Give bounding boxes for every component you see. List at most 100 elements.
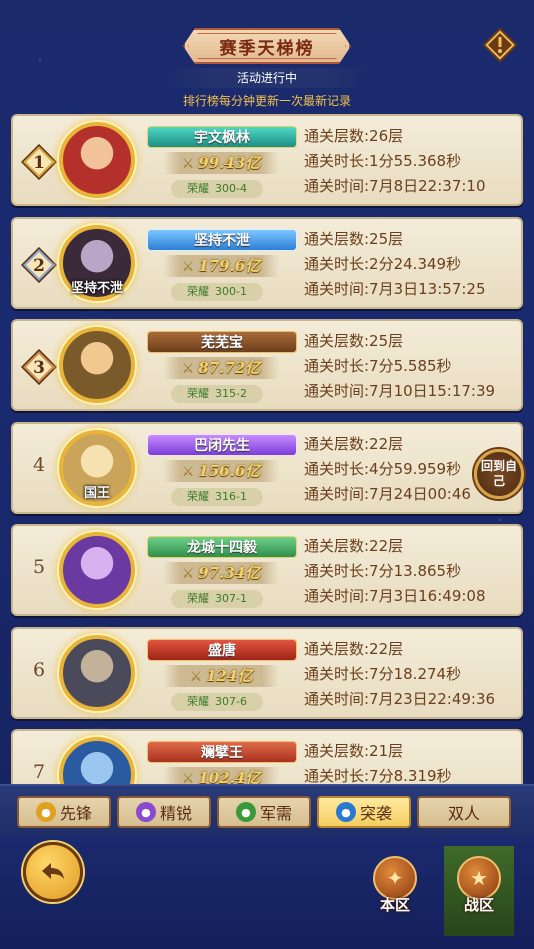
player-name: 斓擘王: [147, 741, 297, 763]
ranking-row[interactable]: 7 斓擘王 ⚔102.4亿 荣耀 通关层数:21层 通关时长:7分8.319秒: [11, 729, 523, 784]
ranking-row[interactable]: 3 芜芜宝 ⚔ 87.72亿 荣耀 315-2 通关层数:25层 通关时长:7分5.…: [11, 319, 523, 411]
rank-diamond-icon: 3: [21, 349, 57, 385]
power-value: 102.4亿: [198, 769, 261, 784]
player-avatar[interactable]: [59, 532, 135, 608]
sword-icon: ⚔: [181, 361, 195, 377]
player-name: 芜芜宝: [147, 331, 297, 353]
honor-badge: 荣耀 307-1: [171, 590, 263, 608]
floors-cleared: 通关层数:21层: [304, 742, 404, 760]
clear-stats: 通关层数:22层 通关时长:7分13.865秒 通关时间:7月3日16:49:0…: [304, 534, 486, 609]
floors-cleared: 通关层数:22层: [304, 537, 404, 555]
honor-label: 荣耀: [187, 489, 210, 503]
clear-stats: 通关层数:22层 通关时长:7分18.274秒 通关时间:7月23日22:49:…: [304, 637, 495, 712]
floors-cleared: 通关层数:22层: [304, 639, 404, 658]
shield-icon: ●: [35, 802, 56, 822]
combat-power: ⚔ 179.6亿: [163, 254, 279, 277]
back-to-self-button[interactable]: 回到自己: [474, 449, 524, 499]
clear-duration: 通关时长:7分18.274秒: [304, 664, 462, 683]
nav-local-label: 本区: [379, 896, 410, 914]
nav-battle-label: 战区: [463, 896, 494, 914]
clear-stats: 通关层数:22层 通关时长:4分59.959秒 通关时间:7月24日00:46: [304, 432, 471, 507]
clear-time: 通关时间:7月3日16:49:08: [304, 587, 486, 605]
power-value: 87.72亿: [198, 359, 261, 377]
clear-duration: 通关时长:7分5.585秒: [304, 357, 452, 375]
combat-power: ⚔ 124亿: [163, 664, 279, 687]
sword-icon: ⚔: [181, 156, 195, 172]
back-button[interactable]: [23, 842, 83, 902]
honor-badge: 荣耀 300-1: [171, 282, 263, 301]
power-value: 179.6亿: [198, 256, 261, 275]
clear-stats: 通关层数:25层 通关时长:7分5.585秒 通关时间:7月10日15:17:3…: [304, 329, 495, 404]
player-avatar[interactable]: [59, 122, 135, 198]
tab-label: 突袭: [359, 804, 392, 823]
honor-value: 300-4: [215, 182, 247, 195]
tab-label: 双人: [447, 804, 480, 823]
honor-badge: 荣耀 315-2: [171, 385, 263, 403]
clear-duration: 通关时长:7分8.319秒: [304, 767, 452, 784]
tab-1[interactable]: ● 先锋: [17, 796, 111, 828]
rank-number: 5: [32, 556, 46, 578]
rank-number: 2: [33, 256, 45, 276]
rank-diamond-icon: 2: [21, 246, 57, 283]
rank-number: 7: [32, 761, 46, 783]
category-tabs: ● 先锋 ● 精锐 ● 军需 ● 突袭 双人: [0, 784, 534, 836]
honor-label: 荣耀: [187, 182, 210, 195]
honor-value: 307-1: [215, 592, 247, 605]
rank-number: 4: [32, 453, 46, 476]
clear-time: 通关时间:7月23日22:49:36: [304, 689, 496, 708]
combat-power: ⚔ 87.72亿: [163, 357, 279, 379]
combat-power: ⚔ 156.6亿: [163, 459, 279, 482]
player-name: 坚持不泄: [147, 228, 297, 251]
ranking-row[interactable]: 1 宇文枫林 ⚔ 99.43亿 荣耀 300-4 通关层数:26层 通关时长:1分5…: [11, 114, 523, 206]
swirl-icon: ●: [335, 802, 356, 822]
power-value: 124亿: [206, 666, 253, 685]
tab-2[interactable]: ● 精锐: [117, 796, 211, 828]
bottom-nav: ✦ 本区 ★ 战区: [0, 836, 534, 949]
clear-time: 通关时间:7月8日22:37:10: [304, 177, 486, 195]
player-avatar[interactable]: [59, 737, 135, 784]
ranking-row[interactable]: 6 盛唐 ⚔ 124亿 荣耀 307-6 通关层数:22层 通关时长:7分18.27…: [11, 626, 523, 719]
honor-value: 300-1: [215, 284, 247, 298]
tab-label: 军需: [259, 804, 292, 823]
power-value: 99.43亿: [198, 154, 261, 172]
activity-status: 活动进行中: [168, 68, 366, 88]
clear-duration: 通关时长:7分13.865秒: [304, 562, 462, 580]
clear-stats: 通关层数:26层 通关时长:1分55.368秒 通关时间:7月8日22:37:1…: [304, 124, 486, 199]
sword-icon: ⚔: [181, 463, 195, 480]
clear-time: 通关时间:7月3日13:57:25: [304, 279, 486, 298]
ranking-row[interactable]: 5 龙城十四毅 ⚔ 97.34亿 荣耀 307-1 通关层数:22层 通关时长:7分…: [11, 524, 523, 616]
avatar-tag: 国王: [83, 485, 110, 501]
player-avatar[interactable]: [59, 327, 135, 403]
leaf-icon: ●: [235, 802, 256, 822]
rank-diamond-icon: 1: [21, 144, 57, 180]
honor-badge: 荣耀 307-6: [171, 692, 263, 711]
rank-number: 1: [33, 153, 45, 173]
ranking-row[interactable]: 4 国王 巴闭先生 ⚔ 156.6亿 荣耀 316-1 通关层数:22层 通关时长:…: [11, 421, 523, 514]
sword-icon: ⚔: [189, 668, 203, 685]
player-avatar[interactable]: [59, 634, 135, 711]
honor-label: 荣耀: [187, 284, 210, 298]
ranking-row[interactable]: 2 坚持不泄 坚持不泄 ⚔ 179.6亿 荣耀 300-1 通关层数:25层 通关时…: [11, 216, 523, 309]
honor-value: 307-6: [215, 694, 247, 708]
clear-time: 通关时间:7月24日00:46: [304, 484, 471, 503]
back-arrow-icon: [42, 863, 64, 879]
update-note: 排行榜每分钟更新一次最新记录: [182, 94, 351, 108]
honor-badge: 荣耀 316-1: [171, 487, 263, 506]
combat-power: ⚔ 97.34亿: [163, 562, 279, 584]
nav-local-server[interactable]: ✦ 本区: [360, 846, 430, 936]
clear-duration: 通关时长:1分55.368秒: [304, 152, 462, 170]
tab-5[interactable]: 双人: [417, 796, 511, 828]
nav-battle-zone[interactable]: ★ 战区: [444, 846, 514, 936]
honor-badge: 荣耀 300-4: [171, 180, 263, 198]
info-button[interactable]: [482, 27, 518, 63]
honor-label: 荣耀: [187, 387, 210, 400]
combat-power: ⚔ 102.4亿: [163, 767, 279, 784]
clear-stats: 通关层数:25层 通关时长:2分24.349秒 通关时间:7月3日13:57:2…: [304, 227, 486, 302]
tab-3[interactable]: ● 军需: [217, 796, 311, 828]
floors-cleared: 通关层数:25层: [304, 229, 404, 248]
tab-4[interactable]: ● 突袭: [317, 796, 411, 828]
floors-cleared: 通关层数:25层: [304, 332, 404, 350]
sword-icon: ⚔: [181, 258, 195, 275]
ranking-list[interactable]: 1 宇文枫林 ⚔ 99.43亿 荣耀 300-4 通关层数:26层 通关时长:1分5…: [0, 112, 534, 784]
power-value: 97.34亿: [198, 564, 261, 582]
